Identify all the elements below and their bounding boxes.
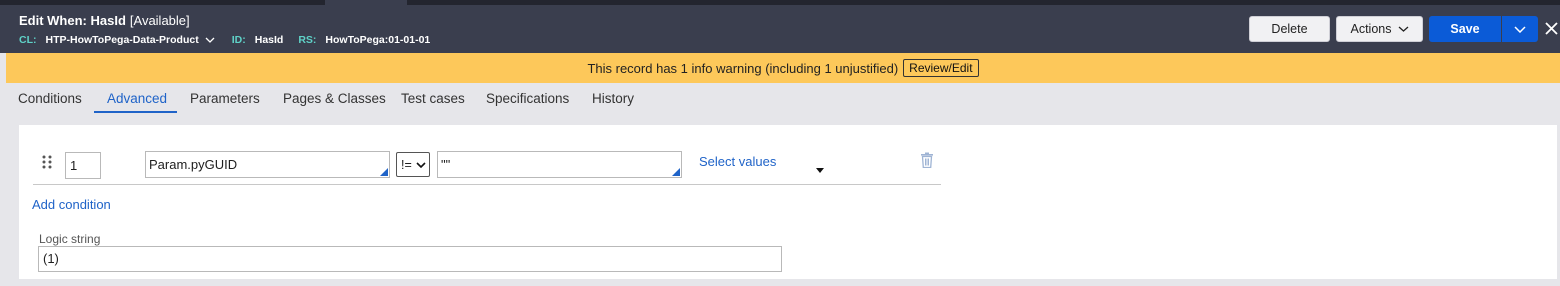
save-button[interactable]: Save — [1429, 16, 1501, 42]
trash-icon[interactable] — [920, 152, 934, 169]
id-value: HasId — [254, 34, 284, 46]
id-label: ID: — [231, 34, 246, 46]
top-strip — [0, 0, 1560, 5]
autocomplete-corner-icon — [672, 168, 680, 176]
tab-parameters[interactable]: Parameters — [190, 91, 260, 106]
record-meta: CL: HTP-HowToPega-Data-Product ID: HasId… — [19, 34, 430, 46]
tab-history[interactable]: History — [592, 91, 634, 106]
select-values-link[interactable]: Select values — [699, 154, 776, 169]
add-condition-link[interactable]: Add condition — [32, 197, 111, 212]
autocomplete-corner-icon — [380, 168, 388, 176]
left-operand-value: Param.pyGUID — [149, 157, 238, 172]
chevron-down-icon — [1398, 26, 1409, 32]
record-header: Edit When: HasId [Available] CL: HTP-HowT… — [0, 0, 1560, 53]
row-divider — [33, 184, 941, 185]
actions-button[interactable]: Actions — [1336, 16, 1423, 42]
right-operand-field[interactable]: "" — [437, 151, 682, 178]
logic-string-input[interactable]: (1) — [38, 246, 782, 272]
review-edit-button[interactable]: Review/Edit — [903, 59, 979, 77]
chevron-down-icon — [416, 161, 426, 168]
warning-banner: This record has 1 info warning (includin… — [6, 53, 1560, 83]
save-options-button[interactable] — [1502, 16, 1538, 42]
left-operand-field[interactable]: Param.pyGUID — [145, 151, 390, 178]
chevron-down-icon[interactable] — [205, 37, 215, 43]
caret-down-icon[interactable] — [816, 161, 824, 173]
active-tab-indicator — [94, 111, 177, 113]
delete-button[interactable]: Delete — [1249, 16, 1330, 42]
drag-handle-icon[interactable] — [42, 155, 52, 169]
right-operand-value: "" — [441, 157, 451, 172]
warning-message: This record has 1 info warning (includin… — [587, 60, 899, 76]
tab-specifications[interactable]: Specifications — [486, 91, 569, 106]
operator-value: != — [401, 157, 412, 172]
tab-advanced[interactable]: Advanced — [107, 91, 167, 106]
operator-select[interactable]: != — [396, 152, 430, 177]
logic-string-label: Logic string — [39, 232, 101, 246]
rule-tabs: Conditions Advanced Parameters Pages & C… — [6, 83, 1560, 115]
ruleset-value: HowToPega:01-01-01 — [325, 34, 431, 46]
availability-status: [Available] — [129, 13, 190, 28]
tab-test-cases[interactable]: Test cases — [401, 91, 465, 106]
class-value[interactable]: HTP-HowToPega-Data-Product — [46, 34, 199, 46]
actions-label: Actions — [1350, 22, 1392, 36]
close-icon[interactable] — [1543, 20, 1560, 37]
ruleset-label: RS: — [298, 34, 317, 46]
condition-number-field[interactable]: 1 — [65, 152, 101, 179]
title-text: Edit When: HasId — [19, 13, 126, 28]
tab-conditions[interactable]: Conditions — [18, 91, 82, 106]
class-label: CL: — [19, 34, 37, 46]
open-tab-indicator — [325, 0, 407, 5]
chevron-down-icon — [1514, 22, 1526, 36]
tab-pages-classes[interactable]: Pages & Classes — [283, 91, 386, 106]
advanced-panel: 1 Param.pyGUID != "" Select values Add c… — [19, 125, 1557, 279]
record-title: Edit When: HasId [Available] — [19, 13, 190, 28]
